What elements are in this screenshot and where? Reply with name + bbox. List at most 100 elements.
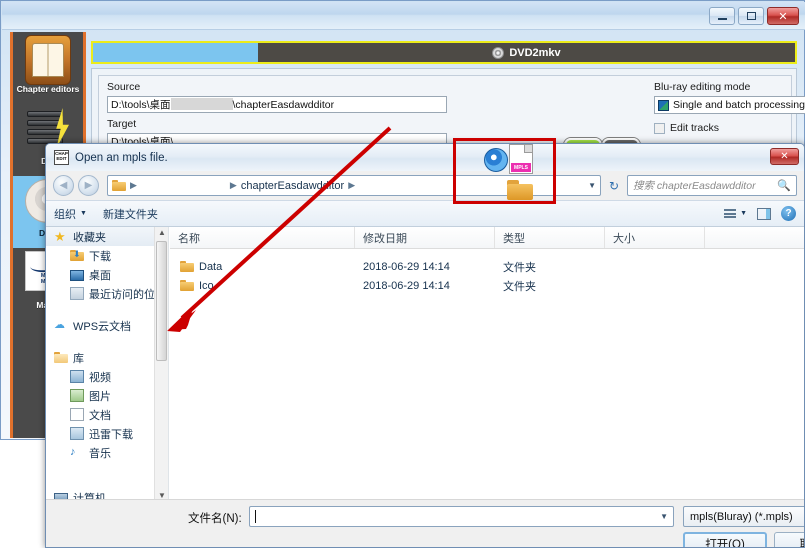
disc-icon (492, 47, 504, 59)
open-button[interactable]: 打开(O) (683, 532, 767, 548)
nav-spacer (46, 462, 168, 475)
app-icon: CHAPEDIT (54, 150, 69, 165)
nav-item-favorites[interactable]: ★ 收藏夹 (46, 227, 168, 246)
maximize-icon (747, 12, 756, 20)
chevron-right-icon: ▶ (230, 180, 237, 191)
column-header-name[interactable]: 名称 (170, 227, 355, 248)
nav-item-recent-places[interactable]: 最近访问的位置 (46, 284, 168, 303)
breadcrumb-current[interactable]: chapterEasdawdditor (241, 180, 344, 192)
file-date-cell: 2018-06-29 14:14 (355, 280, 495, 292)
file-name-cell: Data (170, 261, 355, 273)
search-placeholder: 搜索 chapterEasdawdditor (633, 178, 756, 193)
folder-icon (180, 280, 194, 291)
checkbox-edit-tracks[interactable]: Edit tracks (654, 122, 719, 134)
text-caret (255, 510, 256, 523)
nav-spacer (46, 303, 168, 316)
column-header-size[interactable]: 大小 (605, 227, 705, 248)
nav-item-desktop[interactable]: 桌面 (46, 265, 168, 284)
main-title-bar: ✕ (2, 2, 805, 30)
nav-item-wps-cloud[interactable]: ☁ WPS云文档 (46, 316, 168, 335)
toolbar-right-group: ▼ ? (724, 206, 796, 221)
chevron-down-icon: ▼ (740, 210, 747, 217)
file-date-cell: 2018-06-29 14:14 (355, 261, 495, 273)
mode-icon (658, 100, 669, 111)
cancel-button[interactable]: 取消 (774, 532, 805, 548)
maximize-button[interactable] (738, 7, 764, 25)
close-button[interactable]: ✕ (767, 7, 799, 25)
nav-item-thunder-download[interactable]: 迅雷下载 (46, 424, 168, 443)
nav-item-label: WPS云文档 (73, 318, 131, 334)
file-type-cell: 文件夹 (495, 259, 605, 275)
help-icon[interactable]: ? (781, 206, 796, 221)
tab-dvd2mkv[interactable]: DVD2mkv (258, 43, 795, 62)
file-name-input[interactable]: ▼ (249, 506, 674, 527)
nav-item-pictures[interactable]: 图片 (46, 386, 168, 405)
download-folder-icon (70, 249, 84, 262)
mpls-label: MPLS (511, 163, 531, 172)
new-folder-button[interactable]: 新建文件夹 (103, 206, 158, 222)
mode-value: Single and batch processing mode (673, 99, 805, 111)
dialog-close-button[interactable]: ✕ (770, 148, 799, 165)
tab-blank[interactable] (93, 43, 258, 62)
sidebar-item-label: Chapter editors (17, 84, 80, 94)
tab-strip: DVD2mkv (91, 41, 797, 64)
star-icon: ★ (54, 230, 68, 243)
documents-icon (70, 408, 84, 421)
column-header-blank (705, 227, 804, 248)
search-input[interactable]: 搜索 chapterEasdawdditor 🔍 (627, 175, 797, 196)
dialog-toolbar: 组织 ▼ 新建文件夹 ▼ ? (46, 200, 804, 227)
blu-ray-mode-select[interactable]: Single and batch processing mode ▼ (654, 96, 805, 114)
source-mpls-file-icon[interactable]: MPLS (509, 144, 533, 174)
column-header-type[interactable]: 类型 (495, 227, 605, 248)
nav-item-label: 视频 (89, 369, 111, 385)
file-list: 名称 修改日期 类型 大小 Data 2018-06-29 14:14 文件夹 (170, 227, 804, 501)
nav-item-downloads[interactable]: 下载 (46, 246, 168, 265)
nav-item-label: 音乐 (89, 445, 111, 461)
navigation-pane: ★ 收藏夹 下载 桌面 最近访问的位置 ☁ WPS云 (46, 227, 169, 501)
source-input[interactable]: D:\tools\桌面\chapterEasdawdditor (107, 96, 447, 113)
organize-label: 组织 (54, 206, 76, 222)
column-header-date[interactable]: 修改日期 (355, 227, 495, 248)
nav-spacer (46, 335, 168, 348)
video-icon (70, 370, 84, 383)
table-row[interactable]: Data 2018-06-29 14:14 文件夹 (170, 257, 804, 276)
nav-item-documents[interactable]: 文档 (46, 405, 168, 424)
nav-item-videos[interactable]: 视频 (46, 367, 168, 386)
navigation-pane-scrollbar[interactable]: ▲ ▼ (154, 227, 168, 501)
nav-item-music[interactable]: ♪ 音乐 (46, 443, 168, 462)
thunder-download-icon (70, 427, 84, 440)
source-path-gap (171, 98, 233, 110)
scrollbar-thumb[interactable] (156, 241, 167, 361)
nav-spacer (46, 475, 168, 488)
book-icon (25, 35, 71, 83)
annotation-highlight-box (453, 138, 556, 204)
file-name-label: Data (199, 261, 222, 273)
back-button[interactable]: ◀ (53, 175, 74, 196)
source-disc-browse-icon[interactable] (484, 148, 508, 172)
file-name-label: Ico (199, 280, 214, 292)
mode-label: Blu-ray editing mode (654, 81, 750, 93)
minimize-button[interactable] (709, 7, 735, 25)
file-type-value: mpls(Bluray) (*.mpls) (690, 511, 793, 523)
nav-item-libraries[interactable]: 库 (46, 348, 168, 367)
folder-icon (112, 180, 126, 191)
organize-button[interactable]: 组织 ▼ (54, 206, 87, 222)
forward-button[interactable]: ▶ (78, 175, 99, 196)
file-name-label: 文件名(N): (188, 510, 242, 526)
target-folder-browse-icon[interactable] (507, 180, 533, 200)
address-dropdown-icon[interactable]: ▼ (588, 181, 596, 190)
source-path-prefix: D:\tools\桌面 (111, 99, 171, 111)
file-name-cell: Ico (170, 280, 355, 292)
file-type-select[interactable]: mpls(Bluray) (*.mpls) ▼ (683, 506, 805, 527)
window-controls: ✕ (709, 7, 799, 25)
pictures-icon (70, 389, 84, 402)
refresh-button[interactable]: ↻ (605, 176, 623, 196)
sidebar-item-chapter-editors[interactable]: Chapter editors (13, 32, 83, 104)
chevron-right-icon: ▶ (348, 180, 355, 191)
chevron-down-icon[interactable]: ▼ (660, 512, 668, 521)
view-mode-button[interactable]: ▼ (724, 209, 747, 218)
table-row[interactable]: Ico 2018-06-29 14:14 文件夹 (170, 276, 804, 295)
preview-pane-icon[interactable] (757, 208, 771, 220)
scroll-up-icon[interactable]: ▲ (158, 228, 166, 237)
chevron-right-icon: ▶ (130, 180, 137, 191)
